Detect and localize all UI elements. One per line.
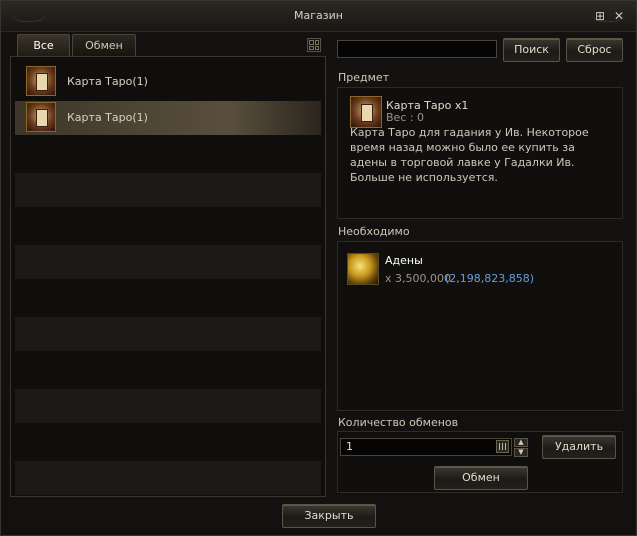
list-empty-row — [15, 461, 321, 495]
view-toggle-icon[interactable] — [307, 38, 321, 52]
required-section-label: Необходимо — [338, 225, 410, 238]
search-input[interactable] — [337, 40, 497, 58]
item-weight: Вес : 0 — [386, 111, 425, 124]
quantity-down-button[interactable]: ▼ — [514, 448, 528, 457]
search-button[interactable]: Поиск — [503, 38, 560, 62]
required-box — [337, 241, 623, 411]
currency-amount: x 3,500,000 — [385, 272, 451, 285]
calculator-icon[interactable] — [496, 440, 509, 453]
list-item-label: Карта Таро(1) — [67, 75, 148, 88]
item-description: Карта Таро для гадания у Ив. Некоторое в… — [350, 126, 589, 184]
list-empty-row — [15, 389, 321, 423]
item-section-label: Предмет — [338, 71, 390, 84]
list-empty-row — [15, 317, 321, 351]
tarot-card-icon — [26, 66, 56, 96]
list-item-selected[interactable]: Карта Таро(1) — [15, 101, 321, 135]
list-empty-row — [15, 245, 321, 279]
currency-owned: (2,198,823,858) — [445, 272, 535, 285]
currency-name: Адены — [385, 254, 423, 267]
list-item-label: Карта Таро(1) — [67, 111, 148, 124]
window-title: Магазин — [294, 9, 343, 22]
close-button[interactable]: Закрыть — [282, 504, 376, 528]
quantity-section-label: Количество обменов — [338, 416, 459, 429]
tab-exchange[interactable]: Обмен — [72, 34, 136, 56]
list-item[interactable]: Карта Таро(1) — [15, 65, 321, 99]
tarot-card-icon — [350, 96, 382, 128]
adena-icon — [347, 253, 379, 285]
reset-button[interactable]: Сброс — [566, 38, 623, 62]
close-icon[interactable]: ✕ — [612, 9, 626, 23]
quantity-input[interactable]: 1 — [340, 438, 512, 456]
item-list: Карта Таро(1) Карта Таро(1) — [10, 56, 326, 497]
exchange-button[interactable]: Обмен — [434, 466, 528, 490]
tarot-card-icon — [26, 102, 56, 132]
window-settings-icon[interactable]: ⊞ — [593, 9, 607, 23]
title-bar[interactable]: Магазин ⊞ ✕ — [1, 1, 636, 32]
delete-button[interactable]: Удалить — [542, 435, 616, 459]
list-empty-row — [15, 173, 321, 207]
shop-window: Магазин ⊞ ✕ Все Обмен Карта Таро(1) Карт… — [0, 0, 637, 536]
quantity-up-button[interactable]: ▲ — [514, 438, 528, 447]
tab-all[interactable]: Все — [17, 34, 70, 56]
